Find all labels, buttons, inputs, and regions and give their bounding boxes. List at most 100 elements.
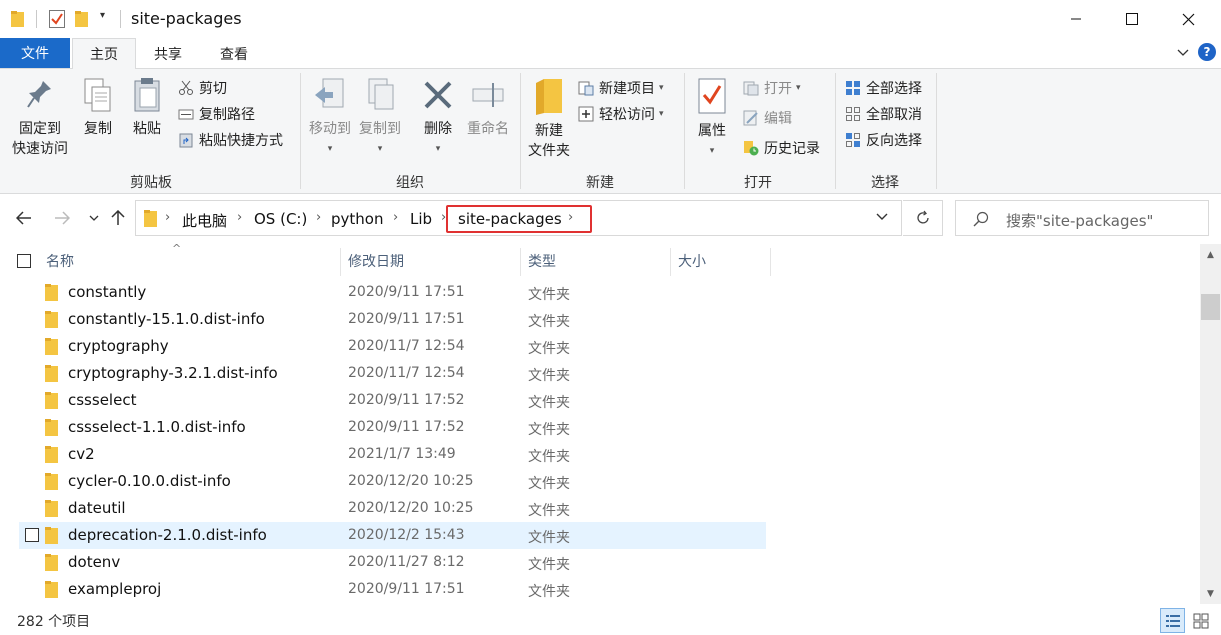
file-name: dateutil <box>68 499 126 517</box>
rename-button[interactable]: 重命名 <box>464 77 512 139</box>
file-row[interactable]: constantly 2020/9/11 17:51 文件夹 <box>19 279 766 306</box>
file-type: 文件夹 <box>528 287 570 303</box>
copy-path-button[interactable]: 复制路径 <box>178 103 255 125</box>
new-folder-icon[interactable] <box>75 11 88 27</box>
paste-shortcut-button[interactable]: 粘贴快捷方式 <box>178 129 283 151</box>
breadcrumb-this-pc[interactable]: 此电脑 <box>182 210 227 231</box>
file-row[interactable]: cssselect-1.1.0.dist-info 2020/9/11 17:5… <box>19 414 766 441</box>
details-view-icon <box>1165 614 1180 627</box>
invert-selection-button[interactable]: 反向选择 <box>845 129 922 151</box>
file-row[interactable]: cryptography-3.2.1.dist-info 2020/11/7 1… <box>19 360 766 387</box>
address-history-button[interactable] <box>876 210 888 224</box>
column-divider[interactable] <box>770 248 771 276</box>
minimize-button[interactable] <box>1048 0 1104 38</box>
column-header-type[interactable]: 类型 <box>528 244 668 278</box>
file-type: 文件夹 <box>528 422 570 438</box>
column-type-label: 类型 <box>528 254 556 270</box>
file-name: cryptography <box>68 337 169 355</box>
file-type: 文件夹 <box>528 476 570 492</box>
breadcrumb-python[interactable]: python <box>331 210 383 228</box>
tab-view[interactable]: 查看 <box>204 38 264 69</box>
chevron-down-icon: ▾ <box>659 83 664 93</box>
recent-locations-button[interactable] <box>84 207 104 229</box>
pin-quick-access-button[interactable]: 固定到 快速访问 <box>8 77 72 159</box>
row-checkbox[interactable] <box>25 528 39 542</box>
open-icon <box>743 80 759 96</box>
select-none-button[interactable]: 全部取消 <box>845 103 922 125</box>
copy-to-button[interactable]: 复制到 ▾ <box>356 77 404 159</box>
forward-button[interactable] <box>52 207 72 229</box>
file-row[interactable]: cssselect 2020/9/11 17:52 文件夹 <box>19 387 766 414</box>
details-view-button[interactable] <box>1160 608 1185 633</box>
refresh-button[interactable] <box>903 200 943 236</box>
group-divider <box>936 73 937 189</box>
close-icon <box>1182 13 1194 25</box>
copy-button[interactable]: 复制 <box>78 77 118 139</box>
scroll-up-button[interactable]: ▲ <box>1200 246 1221 263</box>
paste-button[interactable]: 粘贴 <box>126 77 168 139</box>
file-type: 文件夹 <box>528 368 570 384</box>
file-row[interactable]: cv2 2021/1/7 13:49 文件夹 <box>19 441 766 468</box>
column-header-name[interactable]: 名称 <box>46 244 336 278</box>
properties-icon[interactable] <box>49 10 65 28</box>
open-label: 打开 <box>764 81 792 97</box>
folder-icon <box>45 311 58 328</box>
folder-icon <box>45 500 58 517</box>
open-button[interactable]: 打开 ▾ <box>743 77 801 99</box>
breadcrumb-lib[interactable]: Lib <box>410 210 432 228</box>
file-row[interactable]: constantly-15.1.0.dist-info 2020/9/11 17… <box>19 306 766 333</box>
divider <box>120 10 121 28</box>
column-divider[interactable] <box>340 248 341 276</box>
navigation-bar: › 此电脑 › OS (C:) › python › Lib › site-pa… <box>0 195 1221 241</box>
back-button[interactable] <box>14 207 34 229</box>
column-divider[interactable] <box>520 248 521 276</box>
file-row[interactable]: deprecation-2.1.0.dist-info 2020/12/2 15… <box>19 522 766 549</box>
group-divider <box>300 73 301 189</box>
file-row[interactable]: dateutil 2020/12/20 10:25 文件夹 <box>19 495 766 522</box>
select-all-button[interactable]: 全部选择 <box>845 77 922 99</box>
file-name: cssselect-1.1.0.dist-info <box>68 418 246 436</box>
tab-home[interactable]: 主页 <box>72 38 136 69</box>
new-folder-button[interactable]: 新建 文件夹 <box>524 77 574 161</box>
move-to-button[interactable]: 移动到 ▾ <box>306 77 354 159</box>
expand-ribbon-button[interactable] <box>1174 44 1192 62</box>
column-name-label: 名称 <box>46 254 74 270</box>
file-row[interactable]: dotenv 2020/11/27 8:12 文件夹 <box>19 549 766 576</box>
select-all-checkbox[interactable] <box>17 254 31 268</box>
cut-button[interactable]: 剪切 <box>178 77 227 99</box>
edit-button[interactable]: 编辑 <box>743 107 792 129</box>
delete-button[interactable]: 删除 ▾ <box>418 77 458 159</box>
column-header-date[interactable]: 修改日期 <box>348 244 518 278</box>
paste-icon <box>134 78 160 112</box>
chevron-down-icon: ▾ <box>796 83 801 93</box>
file-date: 2020/9/11 17:51 <box>348 581 465 597</box>
invert-selection-label: 反向选择 <box>866 133 922 149</box>
select-none-label: 全部取消 <box>866 107 922 123</box>
scroll-down-button[interactable]: ▼ <box>1200 585 1221 602</box>
easy-access-button[interactable]: 轻松访问 ▾ <box>578 103 664 125</box>
address-bar[interactable]: › 此电脑 › OS (C:) › python › Lib › site-pa… <box>135 200 902 236</box>
breadcrumb-site-packages[interactable]: site-packages <box>458 210 562 228</box>
column-divider[interactable] <box>670 248 671 276</box>
scissors-icon <box>178 80 194 96</box>
file-row[interactable]: cryptography 2020/11/7 12:54 文件夹 <box>19 333 766 360</box>
vertical-scrollbar[interactable]: ▲ ▼ <box>1200 244 1221 604</box>
folder-icon <box>45 419 58 436</box>
customize-quick-access-icon[interactable]: ▾ <box>100 10 105 30</box>
tab-share[interactable]: 共享 <box>140 38 196 69</box>
new-item-button[interactable]: 新建项目 ▾ <box>578 77 664 99</box>
maximize-button[interactable] <box>1104 0 1160 38</box>
close-button[interactable] <box>1160 0 1216 38</box>
properties-button[interactable]: 属性 ▾ <box>690 77 734 161</box>
breadcrumb-os-c[interactable]: OS (C:) <box>254 210 307 228</box>
column-header-size[interactable]: 大小 <box>678 244 768 278</box>
search-box[interactable]: 搜索"site-packages" <box>955 200 1209 236</box>
help-icon[interactable]: ? <box>1198 43 1216 61</box>
file-row[interactable]: cycler-0.10.0.dist-info 2020/12/20 10:25… <box>19 468 766 495</box>
up-button[interactable] <box>108 207 128 229</box>
large-icons-view-button[interactable] <box>1188 608 1213 633</box>
tab-file[interactable]: 文件 <box>0 38 70 68</box>
scrollbar-thumb[interactable] <box>1201 294 1220 320</box>
history-button[interactable]: 历史记录 <box>743 137 820 159</box>
file-row[interactable]: exampleproj 2020/9/11 17:51 文件夹 <box>19 576 766 603</box>
